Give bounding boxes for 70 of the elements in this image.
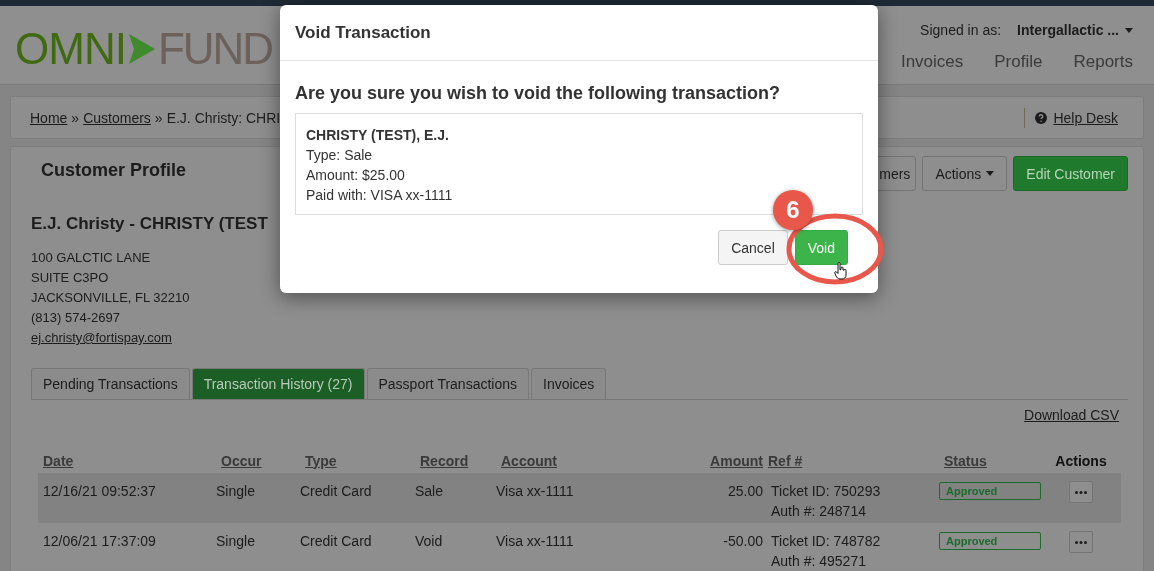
- table-cell-text: Ticket ID: 750293: [771, 482, 882, 501]
- customer-name: E.J. Christy - CHRISTY (TEST: [31, 214, 269, 234]
- breadcrumb-link[interactable]: Customers: [83, 109, 151, 126]
- column-header[interactable]: Date: [38, 452, 74, 469]
- column-header[interactable]: Type: [300, 452, 337, 469]
- email-link[interactable]: ej.christy@fortispay.com: [31, 328, 172, 348]
- details-name: CHRISTY (TEST), E.J.: [306, 126, 450, 145]
- table-cell-text: Sale: [415, 482, 444, 501]
- breadcrumb-separator: »: [154, 109, 163, 126]
- table-cell-text: Credit Card: [300, 532, 372, 551]
- column-header[interactable]: Occur: [216, 452, 262, 469]
- address-line: JACKSONVILLE, FL 32210: [31, 289, 190, 307]
- breadcrumb-current: E.J. Christy: CHRI: [166, 109, 281, 126]
- status-badge: Approved: [939, 532, 1041, 550]
- caret-icon: [986, 171, 995, 176]
- signed-in-label: Signed in as:: [920, 22, 1002, 38]
- address-line: (813) 574-2697: [31, 309, 120, 327]
- nav-link[interactable]: Invoices: [900, 52, 964, 72]
- download-csv-link[interactable]: Download CSV: [1024, 407, 1119, 423]
- cancel-button[interactable]: Cancel: [718, 230, 788, 265]
- dialog-question: Are you sure you wish to void the following transaction?: [295, 83, 782, 104]
- column-header[interactable]: Amount: [710, 452, 763, 469]
- breadcrumb-link[interactable]: Home: [30, 109, 68, 126]
- column-header[interactable]: Status: [939, 452, 987, 469]
- status-badge: Approved: [939, 482, 1041, 500]
- table-cell-text: -50.00: [723, 532, 763, 551]
- hand-cursor-icon: [834, 262, 848, 280]
- dialog-title: Void Transaction: [280, 5, 878, 61]
- page-title: Customer Profile: [41, 160, 187, 181]
- table-cell-text: 12/16/21 09:52:37: [42, 482, 156, 501]
- table-cell-text: 25.00: [727, 482, 763, 501]
- account-menu[interactable]: Intergallactic ...: [1017, 22, 1133, 38]
- row-actions-button[interactable]: [1069, 531, 1093, 553]
- edit-customer-button[interactable]: Edit Customer: [1013, 156, 1128, 191]
- nav-link[interactable]: Reports: [1073, 52, 1133, 72]
- row-actions-button[interactable]: [1069, 481, 1093, 503]
- logo-text: OMNI: [15, 27, 126, 71]
- tab[interactable]: Pending Transactions: [31, 368, 190, 399]
- column-title: Actions: [1055, 452, 1107, 469]
- help-icon: [1035, 111, 1048, 124]
- table-cell-text: Auth #: 495271: [771, 552, 867, 571]
- details-line: Type: Sale: [306, 146, 374, 165]
- address-line: SUITE C3PO: [31, 269, 109, 287]
- more-icon: [1075, 490, 1087, 494]
- table-cell-text: Auth #: 248714: [771, 502, 867, 521]
- table-cell-text: Credit Card: [300, 482, 372, 501]
- help-desk-link[interactable]: Help Desk: [1053, 109, 1118, 126]
- table-cell-text: Single: [216, 532, 255, 551]
- address-line: 100 GALCTIC LANE: [31, 249, 151, 267]
- column-header[interactable]: Record: [415, 452, 469, 469]
- details-line: Amount: $25.00: [306, 166, 406, 185]
- actions-dropdown[interactable]: Actions: [922, 156, 1008, 191]
- tab[interactable]: Passport Transactions: [366, 368, 529, 399]
- table-cell-text: Void: [415, 532, 443, 551]
- column-header[interactable]: Ref #: [763, 452, 803, 469]
- table-cell-text: Visa xx-1111: [496, 532, 574, 551]
- details-line: Paid with: VISA xx-1111: [306, 186, 454, 205]
- void-button[interactable]: Void: [794, 230, 848, 265]
- table-cell-text: Visa xx-1111: [496, 482, 574, 501]
- logo-arrow-icon: [128, 34, 155, 64]
- table-cell-text: 12/06/21 17:37:09: [42, 532, 156, 551]
- tab[interactable]: Invoices: [531, 368, 607, 399]
- tab[interactable]: Transaction History (27): [191, 368, 365, 399]
- table-cell-text: Single: [216, 482, 255, 501]
- more-icon: [1075, 540, 1087, 544]
- caret-icon: [1125, 27, 1133, 33]
- breadcrumb-separator: »: [71, 109, 80, 126]
- nav-link[interactable]: Profile: [994, 52, 1043, 72]
- column-header[interactable]: Account: [496, 452, 557, 469]
- table-cell-text: Ticket ID: 748782: [771, 532, 882, 551]
